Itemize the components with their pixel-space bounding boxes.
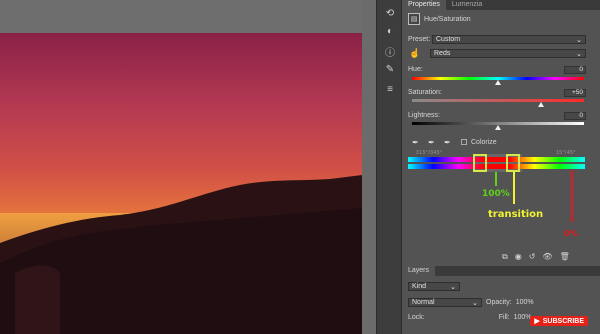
eyedropper-minus-icon[interactable]: ✒ <box>444 138 454 148</box>
range-right-readout: 15°/45° <box>556 150 577 156</box>
brush-icon[interactable]: ✎ <box>382 62 398 76</box>
transition-left-box <box>473 154 487 172</box>
hand-target-icon[interactable]: ☝ <box>409 48 420 59</box>
clip-icon[interactable]: ⧉ <box>502 252 508 262</box>
visibility-icon[interactable]: ◉ <box>515 252 522 262</box>
kind-label: Kind <box>412 283 427 290</box>
properties-footer: ⧉ ◉ ↺ 👁 🗑 <box>502 252 570 262</box>
eyedropper-icon[interactable]: ✒ <box>412 138 422 148</box>
output-spectrum-bar <box>408 164 585 169</box>
preset-value: Custom <box>436 36 461 43</box>
eye-icon[interactable]: 👁 <box>542 252 552 262</box>
hue-saturation-icon: ▤ <box>408 13 420 25</box>
transition-pointer-line <box>513 172 515 204</box>
saturation-value[interactable]: +50 <box>564 89 586 97</box>
properties-tabbar: Properties Lumenzia <box>402 0 600 10</box>
tab-lumenzia[interactable]: Lumenzia <box>446 0 488 10</box>
trash-icon[interactable]: 🗑 <box>560 252 570 262</box>
transition-right-box <box>506 154 520 172</box>
sunset-photo <box>0 33 362 334</box>
play-icon: ▶ <box>534 318 540 325</box>
colorize-checkbox[interactable] <box>461 139 467 145</box>
properties-panel: Properties Lumenzia ▤ Hue/Saturation Pre… <box>402 0 600 334</box>
chevron-down-icon: ⌄ <box>472 299 478 307</box>
range-left-readout: 315°/345° <box>416 150 443 156</box>
saturation-slider[interactable] <box>412 99 584 102</box>
chevron-down-icon: ⌄ <box>450 283 456 291</box>
document-canvas[interactable] <box>0 0 376 334</box>
colorize-label: Colorize <box>471 139 497 146</box>
opacity-label: Opacity: <box>486 299 512 306</box>
saturation-slider-thumb[interactable] <box>538 102 544 107</box>
canvas-pasteboard <box>0 0 376 33</box>
history-icon[interactable]: ⟲ <box>382 6 398 20</box>
chevron-down-icon: ⌄ <box>576 36 582 44</box>
full-pointer-line <box>495 172 497 186</box>
saturation-label: Saturation: <box>408 89 442 96</box>
layers-tabbar: Layers <box>402 266 600 276</box>
eyedropper-plus-icon[interactable]: ✒ <box>428 138 438 148</box>
channel-dropdown[interactable]: Reds ⌄ <box>430 49 586 58</box>
channel-value: Reds <box>434 50 451 57</box>
full-label: 100% <box>482 189 510 199</box>
opacity-value[interactable]: 100% <box>516 299 534 306</box>
color-range-bars[interactable] <box>408 154 585 172</box>
canvas-scroll-gutter <box>362 0 376 334</box>
blend-mode-dropdown[interactable]: Normal ⌄ <box>408 298 482 307</box>
zero-pointer-line <box>571 170 573 222</box>
subscribe-label: SUBSCRIBE <box>542 317 584 325</box>
blend-mode-value: Normal <box>412 299 435 306</box>
lightness-value[interactable]: 0 <box>564 112 586 120</box>
reset-icon[interactable]: ↺ <box>529 252 536 262</box>
subscribe-badge[interactable]: ▶ SUBSCRIBE <box>530 316 588 326</box>
transition-label: transition <box>488 209 544 220</box>
fill-value[interactable]: 100% <box>514 314 532 321</box>
lock-label: Lock: <box>408 314 425 321</box>
rock-silhouette <box>0 175 362 334</box>
layers-blend-row: Normal ⌄ Opacity: 100% <box>408 298 534 307</box>
layers-lock-row: Lock: Fill: 100% <box>408 314 532 321</box>
layers-filter-row: Kind ⌄ <box>408 282 460 291</box>
hue-saturation-header: ▤ Hue/Saturation <box>408 13 471 25</box>
adjust-icon[interactable]: ◐ <box>382 24 398 38</box>
hue-label: Hue: <box>408 66 423 73</box>
kind-filter-dropdown[interactable]: Kind ⌄ <box>408 282 460 291</box>
preset-label: Preset: <box>408 36 431 43</box>
tab-layers[interactable]: Layers <box>402 266 436 276</box>
layers-icon[interactable]: ≡ <box>382 82 398 96</box>
section-title: Hue/Saturation <box>424 15 471 23</box>
preset-dropdown[interactable]: Custom ⌄ <box>432 35 586 44</box>
lightness-slider-thumb[interactable] <box>495 125 501 130</box>
chevron-down-icon: ⌄ <box>576 50 582 58</box>
info-icon[interactable]: ⓘ <box>382 44 398 59</box>
input-spectrum-bar <box>408 157 585 162</box>
panel-icon-strip: ⟲ ◐ ⓘ ✎ ≡ <box>376 0 402 334</box>
hue-slider-thumb[interactable] <box>495 80 501 85</box>
hue-value[interactable]: 0 <box>564 66 586 74</box>
zero-label: 0% <box>564 229 578 238</box>
lightness-label: Lightness: <box>408 112 440 119</box>
fill-label: Fill: <box>498 314 510 321</box>
tab-properties[interactable]: Properties <box>402 0 446 10</box>
